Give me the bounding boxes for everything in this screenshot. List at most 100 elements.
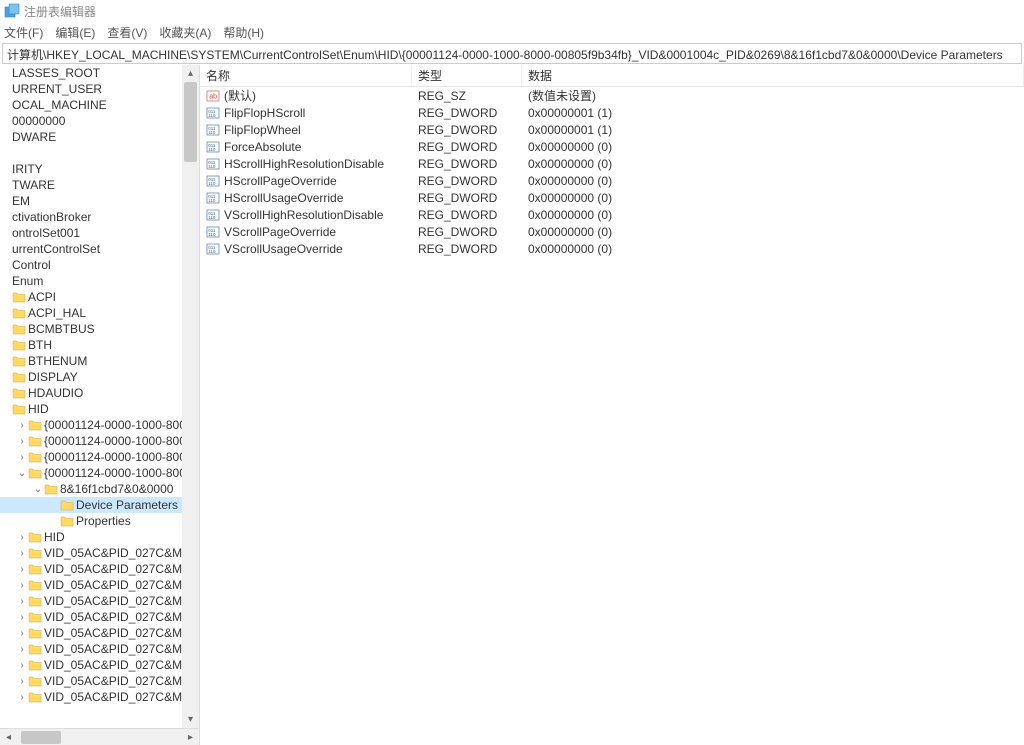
menu-help[interactable]: 帮助(H) (223, 24, 264, 41)
cell-name: 011110HScrollPageOverride (200, 174, 412, 188)
list-row[interactable]: 011110HScrollHighResolutionDisableREG_DW… (200, 155, 1024, 172)
tree-item[interactable]: ›VID_05AC&PID_027C&MI_0 (0, 593, 182, 609)
tree-item[interactable]: LASSES_ROOT (0, 65, 182, 81)
tree-item[interactable]: BTH (0, 337, 182, 353)
menu-edit[interactable]: 编辑(E) (55, 24, 95, 41)
tree-item-label: DWARE (12, 130, 56, 144)
chevron-right-icon[interactable]: › (16, 532, 28, 543)
tree-item[interactable]: 00000000 (0, 113, 182, 129)
scroll-thumb[interactable] (21, 731, 61, 744)
tree-item[interactable]: ›VID_05AC&PID_027C&MI_0 (0, 689, 182, 705)
tree-item[interactable]: OCAL_MACHINE (0, 97, 182, 113)
tree-item[interactable]: ⌄{00001124-0000-1000-8000- (0, 465, 182, 481)
tree-item[interactable]: ›VID_05AC&PID_027C&MI_0 (0, 625, 182, 641)
menu-file[interactable]: 文件(F) (4, 24, 43, 41)
tree-item[interactable]: urrentControlSet (0, 241, 182, 257)
dword-value-icon: 011110 (206, 157, 220, 171)
tree-item[interactable]: ›{00001124-0000-1000-8000- (0, 449, 182, 465)
cell-name: 011110VScrollHighResolutionDisable (200, 208, 412, 222)
chevron-right-icon[interactable]: › (16, 436, 28, 447)
list-row[interactable]: 011110VScrollHighResolutionDisableREG_DW… (200, 206, 1024, 223)
tree-item[interactable]: URRENT_USER (0, 81, 182, 97)
folder-icon (28, 434, 42, 448)
chevron-down-icon[interactable]: ⌄ (16, 468, 28, 479)
value-name: VScrollUsageOverride (224, 242, 343, 256)
window-title: 注册表编辑器 (24, 3, 96, 20)
dword-value-icon: 011110 (206, 174, 220, 188)
tree-item[interactable]: IRITY (0, 161, 182, 177)
address-bar[interactable]: 计算机\HKEY_LOCAL_MACHINE\SYSTEM\CurrentCon… (2, 43, 1022, 64)
tree-item[interactable]: ontrolSet001 (0, 225, 182, 241)
column-header-type[interactable]: 类型 (412, 65, 522, 86)
list-row[interactable]: 011110FlipFlopHScrollREG_DWORD0x00000001… (200, 104, 1024, 121)
tree-item[interactable]: HDAUDIO (0, 385, 182, 401)
list-row[interactable]: ab(默认)REG_SZ(数值未设置) (200, 87, 1024, 104)
chevron-right-icon[interactable]: › (16, 660, 28, 671)
tree-item[interactable]: TWARE (0, 177, 182, 193)
cell-name: ab(默认) (200, 87, 412, 104)
tree-item[interactable]: ›VID_05AC&PID_027C&MI_0 (0, 657, 182, 673)
chevron-right-icon[interactable]: › (16, 628, 28, 639)
tree-item[interactable]: ›{00001124-0000-1000-8000- (0, 433, 182, 449)
menu-view[interactable]: 查看(V) (107, 24, 147, 41)
list-row[interactable]: 011110HScrollUsageOverrideREG_DWORD0x000… (200, 189, 1024, 206)
svg-text:110: 110 (208, 113, 216, 118)
dword-value-icon: 011110 (206, 242, 220, 256)
tree-item[interactable]: ›VID_05AC&PID_027C&MI_0 (0, 641, 182, 657)
chevron-right-icon[interactable]: › (16, 596, 28, 607)
scroll-up-arrow-icon[interactable]: ▴ (182, 65, 199, 82)
list-row[interactable]: 011110FlipFlopWheelREG_DWORD0x00000001 (… (200, 121, 1024, 138)
chevron-right-icon[interactable]: › (16, 692, 28, 703)
cell-name: 011110HScrollUsageOverride (200, 191, 412, 205)
tree-item[interactable]: BCMBTBUS (0, 321, 182, 337)
chevron-down-icon[interactable]: ⌄ (32, 484, 44, 495)
tree-item[interactable]: ›{00001124-0000-1000-8000- (0, 417, 182, 433)
chevron-right-icon[interactable]: › (16, 420, 28, 431)
tree-horizontal-scrollbar[interactable]: ◂ ▸ (0, 728, 199, 745)
column-header-data[interactable]: 数据 (522, 65, 1024, 86)
scroll-right-arrow-icon[interactable]: ▸ (182, 729, 199, 745)
chevron-right-icon[interactable]: › (16, 452, 28, 463)
column-header-name[interactable]: 名称 (200, 65, 412, 86)
chevron-right-icon[interactable]: › (16, 564, 28, 575)
value-name: FlipFlopHScroll (224, 106, 305, 120)
tree-item[interactable]: ›VID_05AC&PID_027C&MI_0 (0, 577, 182, 593)
tree-item[interactable]: DISPLAY (0, 369, 182, 385)
tree-item[interactable]: Properties (0, 513, 182, 529)
tree-item[interactable]: ›HID (0, 529, 182, 545)
tree-item[interactable]: HID (0, 401, 182, 417)
tree-item[interactable]: ctivationBroker (0, 209, 182, 225)
value-name: ForceAbsolute (224, 140, 301, 154)
tree-item[interactable]: Device Parameters (0, 497, 182, 513)
scroll-down-arrow-icon[interactable]: ▾ (182, 711, 199, 728)
tree-item[interactable] (0, 145, 182, 161)
tree-item[interactable]: ACPI_HAL (0, 305, 182, 321)
tree-item[interactable]: ⌄8&16f1cbd7&0&0000 (0, 481, 182, 497)
chevron-right-icon[interactable]: › (16, 676, 28, 687)
tree-item[interactable]: ›VID_05AC&PID_027C&MI_0 (0, 609, 182, 625)
tree-item-label: LASSES_ROOT (12, 66, 100, 80)
scroll-left-arrow-icon[interactable]: ◂ (0, 729, 17, 745)
tree-item[interactable]: DWARE (0, 129, 182, 145)
list-row[interactable]: 011110VScrollUsageOverrideREG_DWORD0x000… (200, 240, 1024, 257)
menu-favorites[interactable]: 收藏夹(A) (159, 24, 211, 41)
chevron-right-icon[interactable]: › (16, 580, 28, 591)
tree-container: LASSES_ROOTURRENT_USEROCAL_MACHINE000000… (0, 65, 199, 705)
tree-item[interactable]: ›VID_05AC&PID_027C&MI_0 (0, 561, 182, 577)
tree-item[interactable]: ACPI (0, 289, 182, 305)
chevron-right-icon[interactable]: › (16, 644, 28, 655)
folder-icon (12, 338, 26, 352)
tree-item[interactable]: Enum (0, 273, 182, 289)
list-row[interactable]: 011110VScrollPageOverrideREG_DWORD0x0000… (200, 223, 1024, 240)
tree-item[interactable]: BTHENUM (0, 353, 182, 369)
chevron-right-icon[interactable]: › (16, 548, 28, 559)
scroll-thumb[interactable] (184, 82, 197, 162)
chevron-right-icon[interactable]: › (16, 612, 28, 623)
list-row[interactable]: 011110HScrollPageOverrideREG_DWORD0x0000… (200, 172, 1024, 189)
tree-item[interactable]: ›VID_05AC&PID_027C&MI_0 (0, 673, 182, 689)
tree-item[interactable]: ›VID_05AC&PID_027C&MI_0 (0, 545, 182, 561)
list-row[interactable]: 011110ForceAbsoluteREG_DWORD0x00000000 (… (200, 138, 1024, 155)
tree-item[interactable]: EM (0, 193, 182, 209)
tree-item[interactable]: Control (0, 257, 182, 273)
tree-vertical-scrollbar[interactable]: ▴ ▾ (182, 65, 199, 728)
